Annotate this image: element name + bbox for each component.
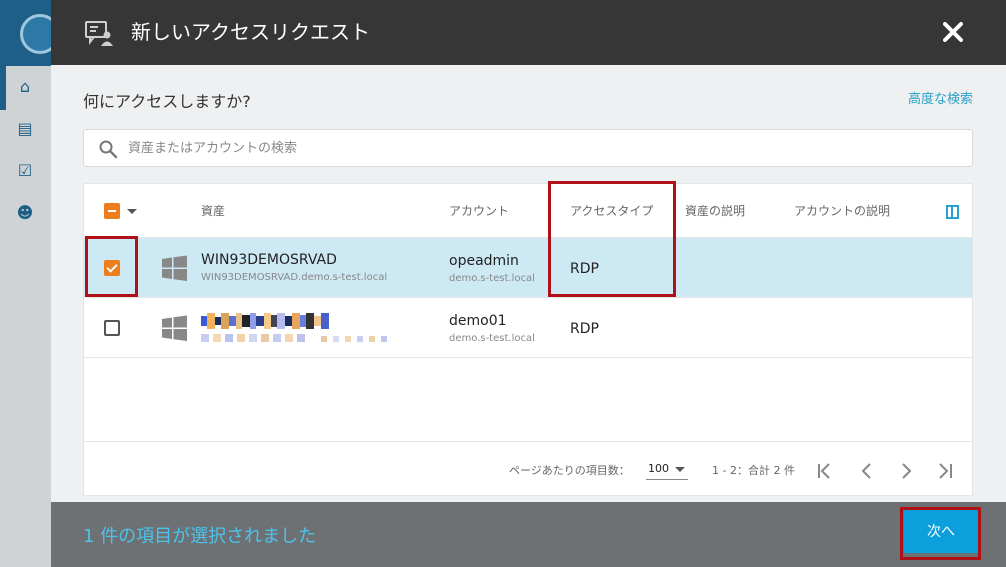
asset-name: WIN93DEMOSRVAD: [201, 252, 337, 268]
last-page-icon[interactable]: [934, 460, 956, 482]
range-text: 1 - 2：合計 2 件: [712, 464, 795, 477]
per-page-value: 100: [648, 462, 669, 475]
home-icon[interactable]: ⌂: [12, 76, 38, 98]
dialog-header: 新しいアクセスリクエスト: [51, 0, 1006, 65]
table-header: 資産 アカウント アクセスタイプ 資産の説明 アカウントの説明: [84, 184, 972, 238]
windows-icon: [162, 255, 187, 281]
account-domain: demo.s-test.local: [449, 273, 535, 284]
asset-table: 資産 アカウント アクセスタイプ 資産の説明 アカウントの説明 WIN93DEM…: [83, 183, 973, 496]
first-page-icon[interactable]: [814, 460, 836, 482]
per-page-label: ページあたりの項目数：: [509, 464, 630, 477]
asset-fqdn: WIN93DEMOSRVAD.demo.s-test.local: [201, 272, 388, 283]
column-asset[interactable]: 資産: [201, 202, 225, 219]
previous-page-icon[interactable]: [856, 460, 878, 482]
search-box: [83, 129, 973, 167]
access-request-icon: [85, 21, 113, 46]
dialog-footer: 1 件の項目が選択されました: [51, 502, 1006, 567]
access-type: RDP: [570, 261, 599, 277]
pagination: ページあたりの項目数： 100 1 - 2：合計 2 件: [84, 441, 972, 495]
advanced-search-link[interactable]: 高度な検索: [908, 88, 973, 107]
search-input[interactable]: [128, 130, 958, 166]
table-row[interactable]: demo01 demo.s-test.local RDP: [84, 298, 972, 358]
new-access-request-dialog: 新しいアクセスリクエスト 何にアクセスしますか? 高度な検索 資産 アカウント …: [51, 0, 1006, 567]
column-access-type[interactable]: アクセスタイプ: [570, 202, 653, 219]
redacted-asset-name: [201, 313, 329, 329]
access-type: RDP: [570, 321, 599, 337]
dialog-title: 新しいアクセスリクエスト: [131, 20, 370, 44]
column-chooser-icon[interactable]: [946, 205, 959, 219]
selection-count-text: 1 件の項目が選択されました: [83, 526, 317, 547]
app-sidebar: ⌂ ▤ ☑ ☻: [0, 66, 52, 567]
user-icon[interactable]: ☻: [12, 202, 38, 224]
requests-icon[interactable]: ▤: [12, 118, 38, 140]
select-menu-chevron-down-icon[interactable]: [127, 209, 137, 214]
column-account-description[interactable]: アカウントの説明: [794, 202, 890, 219]
sidebar-active-indicator: [0, 66, 6, 110]
close-icon[interactable]: [938, 17, 968, 47]
row-checkbox[interactable]: [104, 260, 120, 276]
account-name: opeadmin: [449, 253, 519, 269]
chevron-down-icon: [675, 467, 685, 472]
next-button[interactable]: 次へ: [904, 509, 978, 553]
next-page-icon[interactable]: [895, 460, 917, 482]
account-domain: demo.s-test.local: [449, 333, 535, 344]
question-heading: 何にアクセスしますか?: [83, 92, 251, 111]
account-name: demo01: [449, 313, 507, 329]
column-asset-description[interactable]: 資産の説明: [685, 202, 745, 219]
per-page-select[interactable]: 100: [646, 460, 688, 480]
windows-icon: [162, 315, 187, 341]
select-all-checkbox[interactable]: [104, 203, 120, 219]
column-account[interactable]: アカウント: [449, 202, 509, 219]
search-icon: [99, 140, 118, 159]
redacted-asset-fqdn: [201, 334, 387, 342]
table-row[interactable]: WIN93DEMOSRVAD WIN93DEMOSRVAD.demo.s-tes…: [84, 238, 972, 298]
row-checkbox[interactable]: [104, 320, 120, 336]
approvals-icon[interactable]: ☑: [12, 160, 38, 182]
